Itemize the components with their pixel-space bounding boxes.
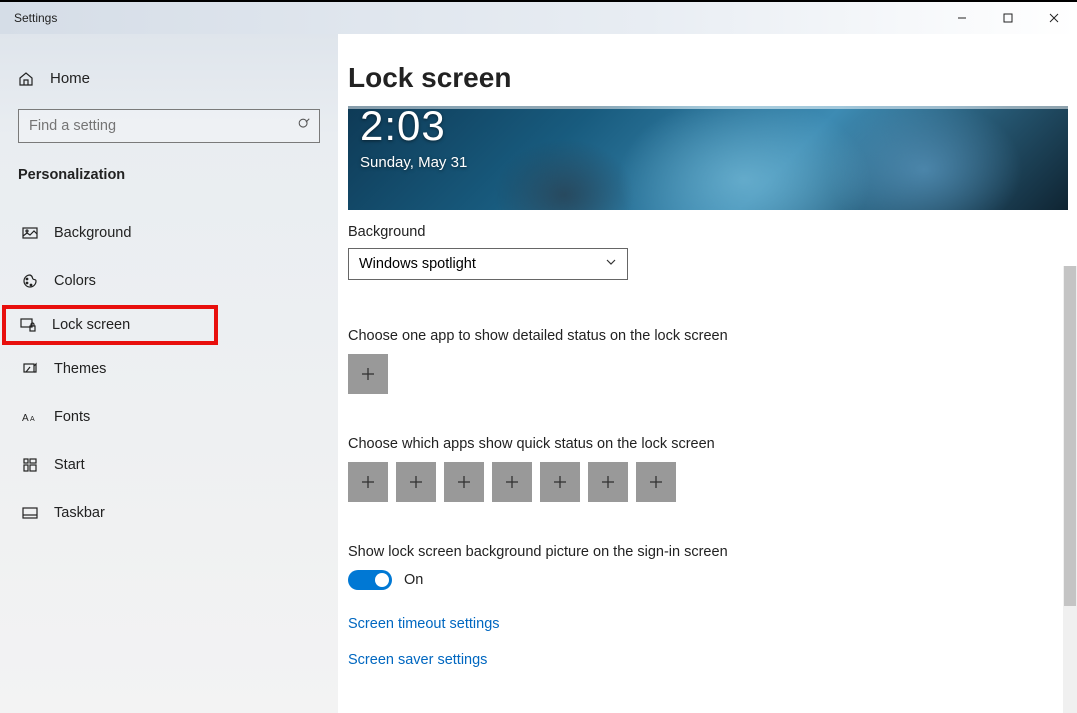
home-icon (18, 71, 44, 87)
minimize-button[interactable] (939, 2, 985, 34)
fonts-icon: AA (22, 410, 48, 424)
palette-icon (22, 273, 48, 289)
detailed-status-row (348, 354, 1077, 394)
sidebar: Home Personalization Background (0, 34, 338, 713)
sidebar-item-fonts[interactable]: AA Fonts (0, 393, 338, 441)
sidebar-item-taskbar[interactable]: Taskbar (0, 489, 338, 537)
picture-icon (22, 225, 48, 241)
main-panel: Lock screen 2:03 Sunday, May 31 Backgrou… (338, 34, 1077, 713)
add-quick-app-button[interactable] (348, 462, 388, 502)
sidebar-item-label: Colors (54, 273, 96, 289)
background-label: Background (348, 224, 1077, 240)
themes-icon (22, 361, 48, 377)
screen-saver-link[interactable]: Screen saver settings (348, 652, 1077, 668)
window-controls (939, 2, 1077, 34)
lockscreen-icon (20, 317, 46, 333)
sidebar-item-start[interactable]: Start (0, 441, 338, 489)
signin-bg-label: Show lock screen background picture on t… (348, 544, 1077, 560)
taskbar-icon (22, 505, 48, 521)
window-title: Settings (14, 11, 57, 25)
search-icon (297, 117, 311, 135)
add-quick-app-button[interactable] (636, 462, 676, 502)
quick-status-row (348, 462, 1077, 502)
sidebar-item-label: Fonts (54, 409, 90, 425)
search-input-container[interactable] (18, 109, 320, 143)
close-button[interactable] (1031, 2, 1077, 34)
chevron-down-icon (605, 256, 617, 272)
signin-bg-toggle[interactable] (348, 570, 392, 590)
background-dropdown[interactable]: Windows spotlight (348, 248, 628, 280)
sidebar-item-lockscreen[interactable]: Lock screen (2, 305, 218, 345)
add-detailed-app-button[interactable] (348, 354, 388, 394)
start-icon (22, 457, 48, 473)
home-nav[interactable]: Home (0, 62, 338, 95)
svg-text:A: A (22, 413, 29, 424)
window-body: Home Personalization Background (0, 34, 1077, 713)
add-quick-app-button[interactable] (588, 462, 628, 502)
titlebar: Settings (0, 2, 1077, 34)
vertical-scrollbar[interactable] (1063, 266, 1077, 713)
svg-text:A: A (30, 416, 35, 423)
maximize-button[interactable] (985, 2, 1031, 34)
screen-timeout-link[interactable]: Screen timeout settings (348, 616, 1077, 632)
settings-window: Settings Home (0, 0, 1077, 713)
search-input[interactable] (29, 118, 297, 134)
add-quick-app-button[interactable] (444, 462, 484, 502)
detailed-status-label: Choose one app to show detailed status o… (348, 328, 1077, 344)
background-dropdown-value: Windows spotlight (359, 256, 476, 272)
scrollbar-thumb[interactable] (1064, 266, 1076, 606)
sidebar-item-label: Taskbar (54, 505, 105, 521)
preview-date: Sunday, May 31 (360, 154, 467, 171)
sidebar-item-label: Start (54, 457, 85, 473)
sidebar-item-label: Lock screen (52, 317, 130, 333)
sidebar-item-label: Themes (54, 361, 106, 377)
page-title: Lock screen (348, 62, 1077, 94)
signin-bg-toggle-row: On (348, 570, 1077, 590)
sidebar-item-colors[interactable]: Colors (0, 257, 338, 305)
sidebar-section-title: Personalization (0, 163, 338, 195)
sidebar-item-background[interactable]: Background (0, 209, 338, 257)
signin-bg-toggle-state: On (404, 572, 423, 588)
add-quick-app-button[interactable] (396, 462, 436, 502)
lockscreen-preview: 2:03 Sunday, May 31 (348, 106, 1068, 210)
add-quick-app-button[interactable] (540, 462, 580, 502)
preview-time: 2:03 (360, 106, 446, 150)
sidebar-item-label: Background (54, 225, 131, 241)
sidebar-item-themes[interactable]: Themes (0, 345, 338, 393)
sidebar-nav: Background Colors Lock screen (0, 209, 338, 537)
add-quick-app-button[interactable] (492, 462, 532, 502)
quick-status-label: Choose which apps show quick status on t… (348, 436, 1077, 452)
home-label: Home (50, 70, 90, 87)
